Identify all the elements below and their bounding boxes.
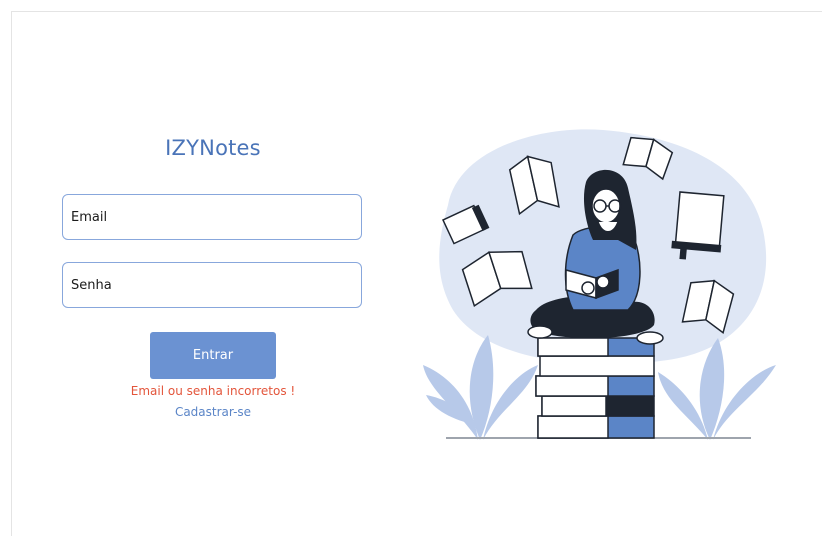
reading-woman-illustration [423,129,776,440]
password-input[interactable] [62,262,362,308]
login-button[interactable]: Entrar [150,332,276,379]
app-title: IZYNotes [165,136,261,160]
book-stack [535,337,655,439]
email-input[interactable] [62,194,362,240]
register-link[interactable]: Cadastrar-se [63,405,363,419]
error-message: Email ou senha incorretos ! [130,384,296,398]
